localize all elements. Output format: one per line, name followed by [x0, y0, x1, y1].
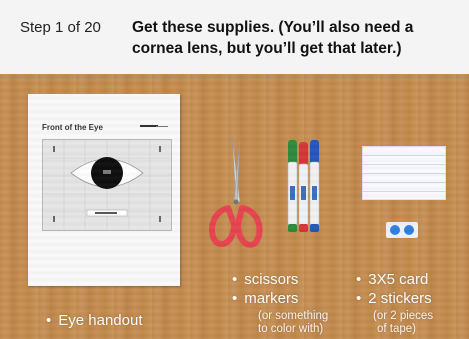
handout-label: Eye handout	[46, 312, 142, 329]
pupil	[91, 157, 123, 189]
supplies-photo: Front of the Eye • Eye handout • scissor…	[0, 74, 469, 339]
eye-handout-sheet: Front of the Eye	[28, 94, 180, 286]
card-label: 3X5 card	[356, 271, 428, 288]
step-counter: Step 1 of 20	[20, 19, 101, 36]
eye-illustration	[43, 140, 171, 230]
step-instruction: Get these supplies. (You’ll also need a …	[132, 19, 414, 57]
markers-icon	[287, 140, 320, 232]
handout-scale-bar	[140, 125, 158, 127]
sticker-sheet	[386, 222, 418, 238]
markers-label: markers	[232, 290, 298, 307]
handout-title: Front of the Eye	[42, 123, 103, 132]
markers-note-line-2: to color with)	[258, 323, 324, 335]
handout-scale-line	[156, 126, 168, 127]
markers-note-line-1: (or something	[258, 310, 329, 322]
scissors-label: scissors	[232, 271, 298, 288]
sticker-dot-icon	[390, 225, 400, 235]
index-card	[362, 146, 446, 200]
sticker-dot-icon	[404, 225, 414, 235]
slide-header: Step 1 of 20 Get these supplies. (You’ll…	[0, 0, 469, 74]
scissors-icon	[209, 135, 263, 248]
stickers-note-line-1: (or 2 pieces	[373, 310, 434, 322]
stickers-label: 2 stickers	[356, 290, 431, 307]
eye-diagram	[42, 139, 172, 231]
slide: Step 1 of 20 Get these supplies. (You’ll…	[0, 0, 469, 339]
stickers-note-line-2: of tape)	[377, 323, 416, 335]
